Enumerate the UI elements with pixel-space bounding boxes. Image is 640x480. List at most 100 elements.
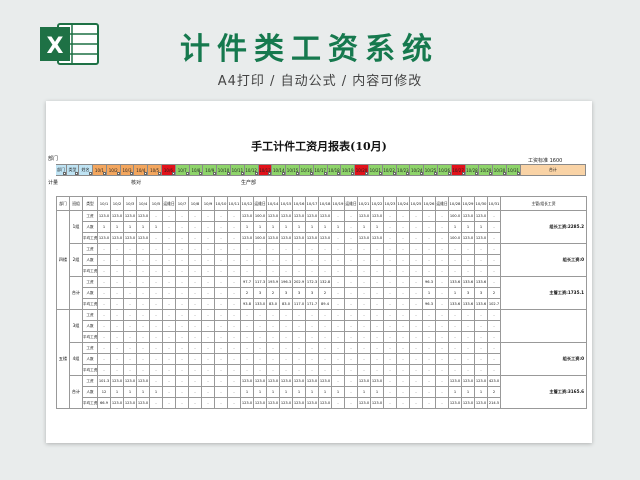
value-cell[interactable]: 1 [331,221,345,233]
value-cell[interactable]: 202.9 [292,276,306,288]
value-cell[interactable]: - [331,397,345,409]
value-cell[interactable]: - [292,364,306,376]
value-cell[interactable]: 1 [266,386,280,398]
value-cell[interactable]: - [175,320,189,332]
value-cell[interactable]: 123.0 [370,210,384,222]
value-cell[interactable]: - [409,254,423,266]
value-cell[interactable]: 133.6 [474,298,488,310]
value-cell[interactable]: - [188,221,202,233]
value-cell[interactable]: 102.7 [487,298,501,310]
value-cell[interactable]: - [461,265,475,277]
value-cell[interactable]: 123.0 [279,210,293,222]
filter-dropdown-icon[interactable] [420,172,424,175]
value-cell[interactable]: - [344,397,358,409]
value-cell[interactable]: - [123,364,137,376]
value-cell[interactable]: - [344,342,358,354]
value-cell[interactable]: - [188,397,202,409]
value-cell[interactable]: - [409,320,423,332]
value-cell[interactable]: 1 [266,221,280,233]
value-cell[interactable]: 2 [487,386,501,398]
filter-dropdown-icon[interactable] [364,172,368,175]
value-cell[interactable]: - [344,298,358,310]
value-cell[interactable]: - [409,364,423,376]
value-cell[interactable]: - [487,342,501,354]
value-cell[interactable]: - [240,254,254,266]
value-cell[interactable]: - [214,287,228,299]
value-cell[interactable]: 123.0 [370,375,384,387]
value-cell[interactable]: - [227,243,241,255]
value-cell[interactable]: - [487,232,501,244]
value-cell[interactable]: 123.0 [123,375,137,387]
value-cell[interactable]: - [461,331,475,343]
value-cell[interactable]: - [487,265,501,277]
date-header-cell[interactable]: 10/26 [437,165,452,175]
date-header-cell[interactable]: 10/17 [313,165,328,175]
value-cell[interactable]: - [357,287,371,299]
value-cell[interactable]: - [266,243,280,255]
value-cell[interactable]: - [279,320,293,332]
value-cell[interactable]: - [201,386,215,398]
value-cell[interactable]: - [279,265,293,277]
value-cell[interactable]: 123.0 [279,375,293,387]
value-cell[interactable]: - [396,276,410,288]
value-cell[interactable]: - [162,243,176,255]
value-cell[interactable]: 123.0 [318,210,332,222]
value-cell[interactable]: - [201,320,215,332]
value-cell[interactable]: - [448,353,462,365]
value-cell[interactable]: - [448,342,462,354]
value-cell[interactable]: - [266,320,280,332]
value-cell[interactable]: - [214,243,228,255]
value-cell[interactable]: 1 [240,386,254,398]
value-cell[interactable]: 123.0 [357,397,371,409]
value-cell[interactable]: - [305,309,319,321]
value-cell[interactable]: - [383,331,397,343]
filter-dropdown-icon[interactable] [392,172,396,175]
value-cell[interactable]: - [409,331,423,343]
value-cell[interactable]: - [123,309,137,321]
value-cell[interactable]: - [396,320,410,332]
value-cell[interactable]: - [110,287,124,299]
value-cell[interactable]: 1 [474,386,488,398]
value-cell[interactable]: - [435,309,449,321]
value-cell[interactable]: 123.0 [318,232,332,244]
value-cell[interactable]: - [136,265,150,277]
value-cell[interactable]: 1 [110,221,124,233]
value-cell[interactable]: - [188,265,202,277]
value-cell[interactable]: - [331,298,345,310]
value-cell[interactable]: 123.0 [448,397,462,409]
value-cell[interactable]: - [188,364,202,376]
value-cell[interactable]: - [474,254,488,266]
date-header-cell[interactable]: 10/22 [382,165,397,175]
filter-dropdown-icon[interactable] [185,172,189,175]
value-cell[interactable]: - [188,386,202,398]
value-cell[interactable]: - [188,254,202,266]
value-cell[interactable]: - [201,243,215,255]
value-cell[interactable]: 123.0 [318,375,332,387]
value-cell[interactable]: - [149,265,163,277]
value-cell[interactable]: 117.3 [253,276,267,288]
value-cell[interactable]: - [214,276,228,288]
value-cell[interactable]: - [383,221,397,233]
value-cell[interactable]: - [422,309,436,321]
value-cell[interactable]: - [162,375,176,387]
value-cell[interactable]: - [383,320,397,332]
value-cell[interactable]: - [162,221,176,233]
value-cell[interactable]: 123.0 [123,210,137,222]
value-cell[interactable]: - [253,243,267,255]
value-cell[interactable]: - [409,265,423,277]
value-cell[interactable]: - [123,276,137,288]
value-cell[interactable]: 101.3 [97,375,111,387]
value-cell[interactable]: - [201,221,215,233]
value-cell[interactable]: 2 [266,287,280,299]
value-cell[interactable]: - [214,375,228,387]
value-cell[interactable]: - [162,386,176,398]
filter-dropdown-icon[interactable] [226,172,230,175]
value-cell[interactable]: - [435,265,449,277]
value-cell[interactable]: 83.0 [279,298,293,310]
value-cell[interactable]: - [344,364,358,376]
value-cell[interactable]: - [448,309,462,321]
value-cell[interactable]: - [162,353,176,365]
value-cell[interactable]: 66.9 [97,397,111,409]
filter-dropdown-icon[interactable] [213,172,217,175]
value-cell[interactable]: - [305,254,319,266]
